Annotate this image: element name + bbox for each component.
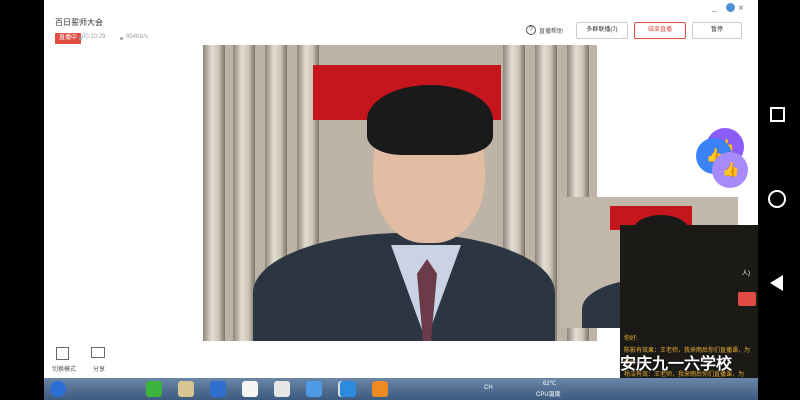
wechat-icon[interactable] (242, 381, 258, 397)
pause-button[interactable]: 暂停 (692, 22, 742, 39)
like-badge[interactable]: 👍 (712, 152, 748, 188)
cpu-temp-label: CPU温度 (536, 392, 561, 398)
avatar[interactable] (726, 3, 735, 12)
start-orb-icon[interactable] (50, 381, 66, 397)
bitrate: 854Kb/s (126, 34, 149, 40)
share-label[interactable]: 分享 (93, 364, 105, 373)
back-icon[interactable] (770, 275, 783, 291)
watermark-logo (604, 356, 618, 368)
cpu-temp: 62℃ (543, 381, 557, 387)
green-app-icon[interactable] (146, 381, 162, 397)
minimize-icon[interactable]: – (712, 6, 717, 16)
page-title: 百日誓师大会 (55, 18, 103, 27)
recent-apps-icon[interactable] (770, 107, 785, 122)
grid-icon[interactable] (56, 347, 69, 360)
live-duration: 00:10:29 (82, 34, 106, 40)
share-screen-icon[interactable] (91, 347, 105, 358)
watermark-text: 安庆九一六学校 (620, 356, 733, 373)
curtain-fold (233, 45, 255, 341)
main-video (203, 45, 597, 341)
left-black-bar (0, 0, 44, 400)
presenter-hair (367, 85, 493, 155)
video-icon[interactable] (340, 381, 356, 397)
chat-partial: 人) (742, 271, 750, 277)
curtain-fold (203, 45, 225, 341)
end-live-button[interactable]: 结束直播 (634, 22, 686, 39)
switch-mode-label[interactable]: 切换模式 (52, 364, 76, 373)
close-icon[interactable]: × (738, 3, 744, 14)
home-icon[interactable] (768, 190, 786, 208)
orange-app-icon[interactable] (372, 381, 388, 397)
arrow-icon[interactable] (306, 381, 322, 397)
chat-message: 你好: (624, 336, 638, 342)
status-badge: 直播中 (55, 33, 82, 44)
separator-dot (120, 37, 123, 40)
send-button[interactable] (738, 292, 756, 306)
lang-indicator[interactable]: CH (484, 385, 493, 391)
help-icon[interactable]: ? (526, 25, 536, 35)
wps-icon[interactable] (210, 381, 226, 397)
multi-stream-button[interactable]: 多群联播(7) (576, 22, 628, 39)
folder-icon[interactable] (178, 381, 194, 397)
help-link[interactable]: 直播帮助 (539, 26, 563, 35)
thumb-up-icon: 👍 (722, 161, 740, 177)
window-icon[interactable] (274, 381, 290, 397)
